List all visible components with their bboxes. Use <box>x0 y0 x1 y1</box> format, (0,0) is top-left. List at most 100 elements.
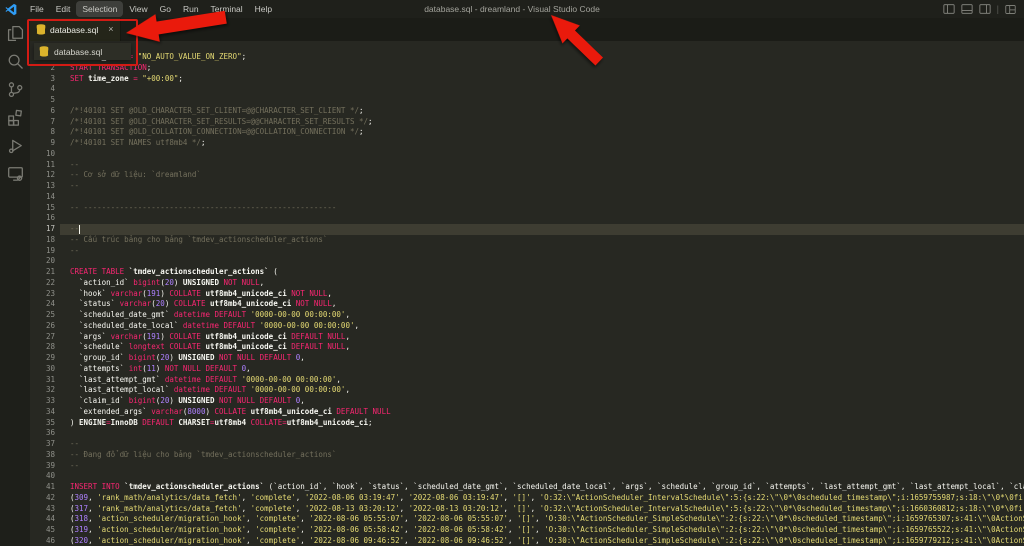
code-line-11[interactable]: -- <box>70 160 1024 171</box>
code-line-4[interactable] <box>70 84 1024 95</box>
code-line-1[interactable]: SET SQL_MODE = "NO_AUTO_VALUE_ON_ZERO"; <box>70 52 1024 63</box>
code-line-42[interactable]: (309, 'rank_math/analytics/data_fetch', … <box>70 493 1024 504</box>
customize-layout-icon[interactable] <box>1005 4 1016 15</box>
line-number: 42 <box>30 493 55 504</box>
code-line-21[interactable]: CREATE TABLE `tmdev_actionscheduler_acti… <box>70 267 1024 278</box>
code-line-15[interactable]: -- -------------------------------------… <box>70 203 1024 214</box>
code-line-17[interactable]: -- <box>70 224 1024 235</box>
toggle-panel-icon[interactable] <box>961 3 973 15</box>
explorer-icon[interactable] <box>7 25 24 42</box>
code-editor[interactable]: 1234567891011121314151617181920212223242… <box>30 41 1024 546</box>
code-line-8[interactable]: /*!40101 SET @OLD_COLLATION_CONNECTION=@… <box>70 127 1024 138</box>
code-line-40[interactable] <box>70 471 1024 482</box>
line-number: 21 <box>30 267 55 278</box>
tab-database-sql[interactable]: database.sql × <box>30 18 121 41</box>
code-line-43[interactable]: (317, 'rank_math/analytics/data_fetch', … <box>70 504 1024 515</box>
line-number: 43 <box>30 504 55 515</box>
code-line-22[interactable]: `action_id` bigint(20) UNSIGNED NOT NULL… <box>70 278 1024 289</box>
toggle-secondary-sidebar-icon[interactable] <box>979 3 991 15</box>
line-number: 40 <box>30 471 55 482</box>
menu-item-file[interactable]: File <box>24 1 50 17</box>
code-line-10[interactable] <box>70 149 1024 160</box>
code-line-23[interactable]: `hook` varchar(191) COLLATE utf8mb4_unic… <box>70 289 1024 300</box>
vscode-logo-icon <box>5 3 18 16</box>
line-number: 27 <box>30 332 55 343</box>
code-line-30[interactable]: `attempts` int(11) NOT NULL DEFAULT 0, <box>70 364 1024 375</box>
titlebar-separator: | <box>997 4 999 14</box>
menubar: FileEditSelectionViewGoRunTerminalHelp <box>24 1 278 17</box>
line-number: 41 <box>30 482 55 493</box>
code-line-20[interactable] <box>70 256 1024 267</box>
code-line-9[interactable]: /*!40101 SET NAMES utf8mb4 */; <box>70 138 1024 149</box>
code-line-25[interactable]: `scheduled_date_gmt` datetime DEFAULT '0… <box>70 310 1024 321</box>
code-line-36[interactable] <box>70 428 1024 439</box>
line-number: 36 <box>30 428 55 439</box>
code-content[interactable]: SET SQL_MODE = "NO_AUTO_VALUE_ON_ZERO";S… <box>70 52 1024 546</box>
code-line-24[interactable]: `status` varchar(20) COLLATE utf8mb4_uni… <box>70 299 1024 310</box>
code-line-7[interactable]: /*!40101 SET @OLD_CHARACTER_SET_RESULTS=… <box>70 117 1024 128</box>
code-line-14[interactable] <box>70 192 1024 203</box>
open-editor-item-database-sql[interactable]: database.sql <box>34 43 131 60</box>
remote-explorer-icon[interactable] <box>7 165 24 182</box>
menu-item-edit[interactable]: Edit <box>50 1 77 17</box>
tab-label: database.sql <box>50 25 98 35</box>
menu-item-run[interactable]: Run <box>177 1 205 17</box>
code-line-33[interactable]: `claim_id` bigint(20) UNSIGNED NOT NULL … <box>70 396 1024 407</box>
menu-item-selection[interactable]: Selection <box>76 1 123 17</box>
line-number: 30 <box>30 364 55 375</box>
line-number: 46 <box>30 536 55 546</box>
code-line-35[interactable]: ) ENGINE=InnoDB DEFAULT CHARSET=utf8mb4 … <box>70 418 1024 429</box>
line-number: 17 <box>30 224 55 235</box>
menu-item-help[interactable]: Help <box>249 1 278 17</box>
line-number: 10 <box>30 149 55 160</box>
activity-bar <box>0 18 30 546</box>
code-line-18[interactable]: -- Cấu trúc bảng cho bảng `tmdev_actions… <box>70 235 1024 246</box>
tab-close-icon[interactable]: × <box>108 25 113 34</box>
line-number: 33 <box>30 396 55 407</box>
line-number: 15 <box>30 203 55 214</box>
code-line-19[interactable]: -- <box>70 246 1024 257</box>
code-line-13[interactable]: -- <box>70 181 1024 192</box>
line-number: 2 <box>30 63 55 74</box>
search-icon[interactable] <box>7 53 24 70</box>
code-line-32[interactable]: `last_attempt_local` datetime DEFAULT '0… <box>70 385 1024 396</box>
line-number: 35 <box>30 418 55 429</box>
run-and-debug-icon[interactable] <box>7 137 24 154</box>
code-line-45[interactable]: (319, 'action_scheduler/migration_hook',… <box>70 525 1024 536</box>
line-number: 32 <box>30 385 55 396</box>
vscode-window: FileEditSelectionViewGoRunTerminalHelp d… <box>0 0 1024 546</box>
menu-item-view[interactable]: View <box>123 1 153 17</box>
line-number: 7 <box>30 117 55 128</box>
titlebar: FileEditSelectionViewGoRunTerminalHelp d… <box>0 0 1024 18</box>
menu-item-terminal[interactable]: Terminal <box>205 1 249 17</box>
extensions-icon[interactable] <box>7 109 24 126</box>
code-line-34[interactable]: `extended_args` varchar(8000) COLLATE ut… <box>70 407 1024 418</box>
line-number: 19 <box>30 246 55 257</box>
code-line-6[interactable]: /*!40101 SET @OLD_CHARACTER_SET_CLIENT=@… <box>70 106 1024 117</box>
code-line-28[interactable]: `schedule` longtext COLLATE utf8mb4_unic… <box>70 342 1024 353</box>
code-line-41[interactable]: INSERT INTO `tmdev_actionscheduler_actio… <box>70 482 1024 493</box>
code-line-31[interactable]: `last_attempt_gmt` datetime DEFAULT '000… <box>70 375 1024 386</box>
code-line-12[interactable]: -- Cơ sở dữ liệu: `dreamland` <box>70 170 1024 181</box>
code-line-5[interactable] <box>70 95 1024 106</box>
code-line-16[interactable] <box>70 213 1024 224</box>
code-line-3[interactable]: SET time_zone = "+00:00"; <box>70 74 1024 85</box>
code-line-44[interactable]: (318, 'action_scheduler/migration_hook',… <box>70 514 1024 525</box>
line-number: 25 <box>30 310 55 321</box>
toggle-primary-sidebar-icon[interactable] <box>943 3 955 15</box>
tab-bar: database.sql × <box>30 18 1024 41</box>
code-line-39[interactable]: -- <box>70 461 1024 472</box>
code-line-29[interactable]: `group_id` bigint(20) UNSIGNED NOT NULL … <box>70 353 1024 364</box>
line-number: 6 <box>30 106 55 117</box>
code-line-37[interactable]: -- <box>70 439 1024 450</box>
code-line-26[interactable]: `scheduled_date_local` datetime DEFAULT … <box>70 321 1024 332</box>
code-line-27[interactable]: `args` varchar(191) COLLATE utf8mb4_unic… <box>70 332 1024 343</box>
line-number: 8 <box>30 127 55 138</box>
source-control-icon[interactable] <box>7 81 24 98</box>
code-line-2[interactable]: START TRANSACTION; <box>70 63 1024 74</box>
code-line-38[interactable]: -- Đang đổ dữ liệu cho bảng `tmdev_actio… <box>70 450 1024 461</box>
line-number: 34 <box>30 407 55 418</box>
line-number: 20 <box>30 256 55 267</box>
menu-item-go[interactable]: Go <box>154 1 177 17</box>
code-line-46[interactable]: (320, 'action_scheduler/migration_hook',… <box>70 536 1024 546</box>
